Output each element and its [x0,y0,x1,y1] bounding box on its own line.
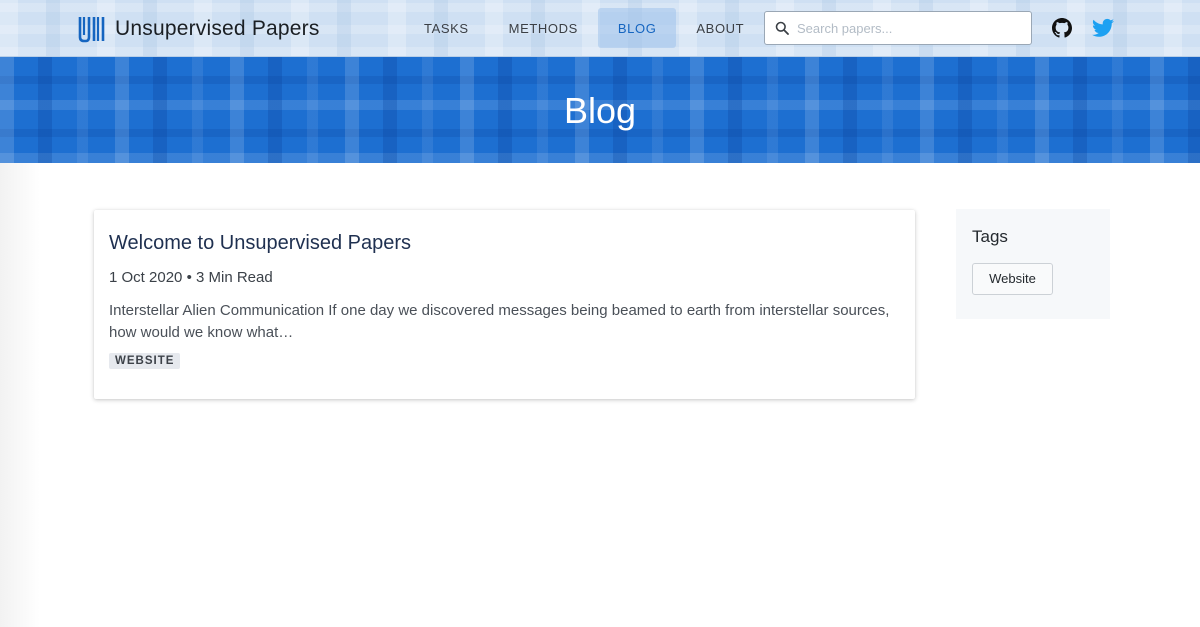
brand-logo-icon [78,17,105,43]
brand-name: Unsupervised Papers [115,17,320,40]
hero-banner: Blog [0,57,1200,163]
nav-methods[interactable]: METHODS [489,8,598,48]
top-navbar: Unsupervised Papers TASKS METHODS BLOG A… [0,0,1200,57]
post-meta: 1 Oct 2020 • 3 Min Read [109,268,900,288]
twitter-icon [1092,18,1114,37]
post-date: 1 Oct 2020 [109,269,183,286]
nav-about[interactable]: ABOUT [676,8,764,48]
search-input[interactable] [797,20,1017,36]
post-read-time: 3 Min Read [195,269,273,286]
post-card[interactable]: Welcome to Unsupervised Papers 1 Oct 202… [94,210,915,399]
post-tag-badge[interactable]: WEBSITE [109,353,181,369]
post-title[interactable]: Welcome to Unsupervised Papers [109,231,900,255]
main-nav: TASKS METHODS BLOG ABOUT [404,8,764,48]
search-box [764,11,1032,45]
tags-title: Tags [972,227,1008,246]
nav-blog[interactable]: BLOG [597,8,677,48]
brand-link[interactable]: Unsupervised Papers [78,14,320,44]
page-title: Blog [563,90,637,131]
post-excerpt: Interstellar Alien Communication If one … [109,302,890,341]
left-shade [0,163,40,627]
search-icon [775,21,789,35]
tags-panel: Tags Website [956,209,1110,319]
meta-separator: • [186,269,196,286]
nav-tasks[interactable]: TASKS [404,8,489,48]
tag-button-website[interactable]: Website [972,263,1053,295]
github-icon [1052,18,1072,38]
